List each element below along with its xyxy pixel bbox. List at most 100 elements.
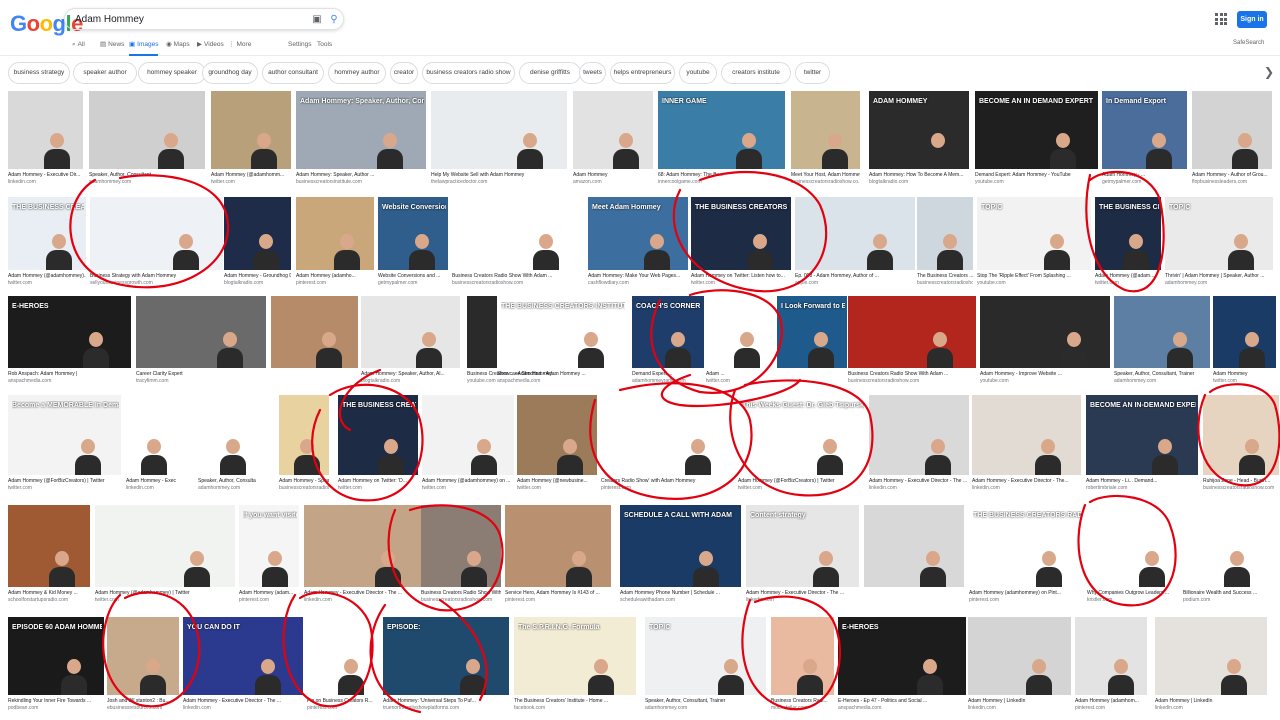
image-caption[interactable]: Adam Hommey (@adamhommey) on ...: [422, 478, 514, 485]
tab-news[interactable]: ▤ News: [100, 40, 124, 56]
image-thumbnail[interactable]: [8, 505, 90, 587]
image-thumbnail[interactable]: [505, 505, 611, 587]
image-thumbnail[interactable]: [95, 505, 235, 587]
image-thumbnail[interactable]: [917, 197, 973, 270]
image-thumbnail[interactable]: [126, 395, 176, 475]
image-thumbnail[interactable]: TOPIC: [645, 617, 766, 695]
image-result[interactable]: Adam Hommey - Executive Director - The .…: [869, 395, 969, 495]
image-caption[interactable]: Speaker, Author, Consultant, Trainer: [645, 698, 766, 705]
chip[interactable]: groundhog day: [202, 62, 258, 84]
image-result[interactable]: I Look Forward to Being Your Next Memora…: [777, 296, 847, 388]
image-caption[interactable]: Adam Hommey - Executive Director - The .…: [869, 478, 969, 485]
image-caption[interactable]: Service Hero, Adam Hommey Is #143 of ...: [505, 590, 611, 597]
image-result[interactable]: Speaker, Author, Consultant, T...adamhom…: [198, 395, 256, 495]
image-result[interactable]: Adam Hommey twitter.com: [1213, 296, 1276, 388]
image-result[interactable]: Adam Hommey: Speaker, Author, Consultant…: [296, 91, 426, 189]
image-caption[interactable]: Why Companies Outgrow Leaders ...: [1087, 590, 1182, 597]
image-result[interactable]: EPISODE 60 ADAM HOMMEY Rekindling Your In…: [8, 617, 104, 715]
image-result[interactable]: Ep. 008 - Adam Hommey, Author of ... appl…: [795, 197, 915, 290]
image-result[interactable]: YOU CAN DO IT Adam Hommey - Executive Dir…: [183, 617, 303, 715]
image-result[interactable]: THE BUSINESS CREATORS RADIO SHOW Adam Hom…: [969, 505, 1083, 607]
image-thumbnail[interactable]: [601, 395, 735, 475]
image-result[interactable]: Become a MEMORABLE In Demand Expert! Adam…: [8, 395, 121, 495]
image-result[interactable]: Adam Hommey - Groundhog Day I...blogtalk…: [224, 197, 291, 290]
image-result[interactable]: Adam Hommey: Speaker, Author, Al... blogt…: [361, 296, 460, 388]
image-result[interactable]: This Weeks Guest: Dr. Gleb Tsipursky Adam…: [738, 395, 866, 495]
image-result[interactable]: TOPIC Stop The 'Ripple Effect' From Splas…: [977, 197, 1091, 290]
tab-images[interactable]: ▣ Images: [129, 40, 159, 56]
image-caption[interactable]: Demand Expert ...: [632, 371, 704, 378]
image-caption[interactable]: Speaker, Author, Consultant, Trainer: [1114, 371, 1210, 378]
image-caption[interactable]: Business Strategy with Adam Hommey: [90, 273, 223, 280]
image-caption[interactable]: Ruhijoa Zone - Head - Busin...: [1203, 478, 1279, 485]
image-caption[interactable]: Business Creators Radio Show With Adam .…: [452, 273, 582, 280]
image-caption[interactable]: Adam Hommey: How To Become A Mem...: [869, 172, 969, 179]
image-caption[interactable]: Stop The 'Ripple Effect' From Splashing …: [977, 273, 1091, 280]
image-thumbnail[interactable]: [211, 91, 291, 169]
image-thumbnail[interactable]: [271, 296, 358, 368]
image-thumbnail[interactable]: E-HEROES: [8, 296, 131, 368]
image-caption[interactable]: Adam Hommey: [1213, 371, 1276, 378]
image-caption[interactable]: 68: Adam Hommey: The Bu...: [658, 172, 785, 179]
image-result[interactable]: Adam Hommey (@adamhomm... twitter.com: [211, 91, 291, 189]
image-result[interactable]: E-HEROES Rob Anspach: Adam Hommey | anspac…: [8, 296, 131, 388]
image-thumbnail[interactable]: Become a MEMORABLE In Demand Expert!: [8, 395, 121, 475]
image-caption[interactable]: Adam Hommey (adamhom...: [1075, 698, 1147, 705]
image-thumbnail[interactable]: BECOME AN IN DEMAND EXPERT: [975, 91, 1098, 169]
image-caption[interactable]: Thrivin' | Adam Hommey | Speaker, Author…: [1165, 273, 1273, 280]
chip[interactable]: twitter: [795, 62, 830, 84]
chip[interactable]: hommey speaker: [138, 62, 206, 84]
image-caption[interactable]: Adam Hommey & Kid Money ...: [8, 590, 90, 597]
image-result[interactable]: ADAM HOMMEY Adam Hommey: How To Become A …: [869, 91, 969, 189]
image-result[interactable]: THE BUSINESS CREATORS RADIO SHOW Adam Hom…: [8, 197, 86, 290]
image-thumbnail[interactable]: [848, 296, 976, 368]
image-thumbnail[interactable]: E-HEROES: [838, 617, 966, 695]
image-caption[interactable]: Adam Hommey: Make Your Web Pages...: [588, 273, 688, 280]
image-thumbnail[interactable]: [8, 91, 83, 169]
image-caption[interactable]: Josh and Jill stanton2 : Bu...: [107, 698, 179, 705]
image-thumbnail[interactable]: [422, 395, 514, 475]
image-thumbnail[interactable]: Website Conversions: [378, 197, 448, 270]
image-thumbnail[interactable]: TOPIC: [1165, 197, 1273, 270]
image-caption[interactable]: Adam Hommey - Li... Demand...: [1086, 478, 1198, 485]
image-thumbnail[interactable]: [980, 296, 1110, 368]
image-result[interactable]: Adam Hommey - Speak...businesscreatorsra…: [279, 395, 329, 495]
image-result[interactable]: Creators Radio Show' with Adam Hommey pin…: [601, 395, 735, 495]
image-caption[interactable]: The Business Creators' Institute - Home …: [514, 698, 636, 705]
image-caption[interactable]: Adam Hommey Phone Number | Schedule ...: [620, 590, 741, 597]
image-result[interactable]: Adam Hommey (adamhom... pinterest.com: [1075, 617, 1147, 715]
chip[interactable]: tweets: [579, 62, 606, 84]
image-thumbnail[interactable]: [864, 505, 964, 587]
tab-settings[interactable]: Settings: [288, 40, 312, 56]
image-caption[interactable]: Adam Hommey (@ForBizCreators) | Twitter: [8, 478, 121, 485]
image-caption[interactable]: Business Creators Radio Show With Adam .…: [848, 371, 976, 378]
image-result[interactable]: Business Strategy with Adam Hommey sellyo…: [90, 197, 223, 290]
image-result[interactable]: In Demand Export Adam Hommey - ... getmypa…: [1102, 91, 1187, 189]
image-result[interactable]: THE BUSINESS CREATORS RADIO SHOW Adam Hom…: [691, 197, 791, 290]
image-thumbnail[interactable]: THE BUSINESS CREATORS RADIO SHOW: [969, 505, 1083, 587]
image-caption[interactable]: Adam Hommey | LinkedIn: [968, 698, 1071, 705]
image-thumbnail[interactable]: THE BUSINESS CREATORS INSTITUTE: [497, 296, 627, 368]
image-caption[interactable]: Adam Hommey | LinkedIn: [1155, 698, 1267, 705]
image-result[interactable]: BECOME AN IN DEMAND EXPERT Demand Expert:…: [975, 91, 1098, 189]
chip[interactable]: business strategy: [8, 62, 70, 84]
image-caption[interactable]: Adam Hommey (@adamhomm...: [211, 172, 291, 179]
chip[interactable]: helps entrepreneurs: [610, 62, 675, 84]
image-result[interactable]: Business Creators Radio Show With Adam .…: [421, 505, 501, 607]
image-caption[interactable]: Adam Hommey (@adamhommey)...: [8, 273, 86, 280]
image-thumbnail[interactable]: [107, 617, 179, 695]
tab-more[interactable]: ⋮ More: [228, 40, 251, 56]
image-caption[interactable]: Website Conversions and ...: [378, 273, 448, 280]
image-result[interactable]: Adam Hommey - Author of Grou... flopbusin…: [1192, 91, 1272, 189]
image-result[interactable]: Business Creators Radio Show With Adam .…: [848, 296, 976, 388]
image-thumbnail[interactable]: [1155, 617, 1267, 695]
image-result[interactable]: Speaker, Author, Consultant... adamhommey…: [89, 91, 205, 189]
image-caption[interactable]: Adam Hommey (adamhommey) on Pint...: [969, 590, 1083, 597]
image-caption[interactable]: Career Clarity Expert: [136, 371, 266, 378]
image-result[interactable]: The Business Creators ... businesscreator…: [917, 197, 973, 290]
image-thumbnail[interactable]: THE BUSINESS CREATORS RADIO SHOW: [8, 197, 86, 270]
chevron-right-icon[interactable]: ❯: [1264, 65, 1274, 79]
image-result[interactable]: Business Creators Radi... mochafollar.com: [771, 617, 834, 715]
image-thumbnail[interactable]: [89, 91, 205, 169]
image-caption[interactable]: Adam Hommey (adam...: [239, 590, 299, 597]
